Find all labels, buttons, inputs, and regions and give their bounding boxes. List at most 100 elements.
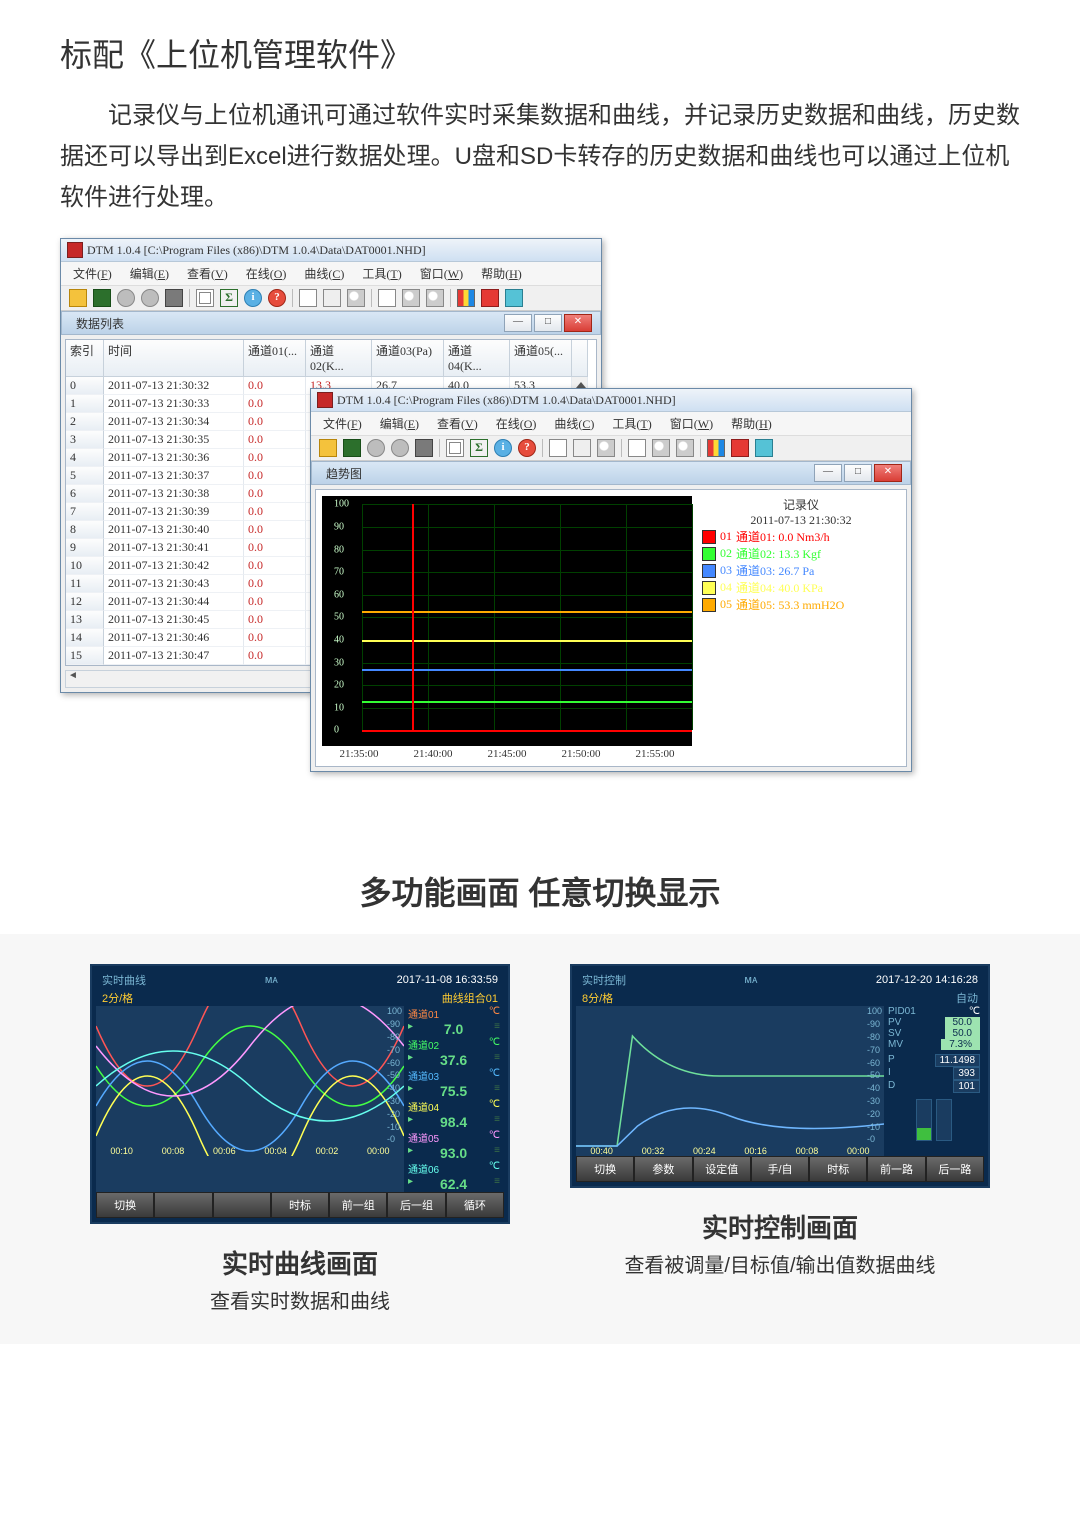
print-icon[interactable] — [573, 439, 591, 457]
info-icon[interactable]: i — [494, 439, 512, 457]
device-button[interactable]: 时标 — [809, 1156, 867, 1182]
stop-icon[interactable] — [165, 289, 183, 307]
device-button[interactable]: 前一组 — [329, 1192, 387, 1218]
minimize-button[interactable]: — — [814, 464, 842, 482]
zoom-in-icon[interactable] — [652, 439, 670, 457]
menu-item[interactable]: 曲线(C) — [304, 265, 344, 282]
menu-item[interactable]: 编辑(E) — [130, 265, 169, 282]
auto-label: 自动 — [956, 990, 978, 1006]
device-button[interactable]: 设定值 — [693, 1156, 751, 1182]
menu-item[interactable]: 在线(O) — [246, 265, 287, 282]
menu-item[interactable]: 在线(O) — [496, 415, 537, 432]
stop-icon[interactable] — [415, 439, 433, 457]
mdi-titlebar[interactable]: 数据列表 — □ ✕ — [61, 311, 601, 335]
column-header[interactable]: 通道01(... — [244, 340, 306, 377]
channel-label: 通道06℃ — [404, 1161, 504, 1176]
menu-item[interactable]: 工具(T) — [612, 415, 651, 432]
device-button[interactable]: 循环 — [446, 1192, 504, 1218]
menu-item[interactable]: 文件(F) — [73, 265, 112, 282]
device-button[interactable]: 前一路 — [867, 1156, 925, 1182]
export-icon[interactable] — [299, 289, 317, 307]
preview-icon[interactable] — [347, 289, 365, 307]
record2-icon[interactable] — [391, 439, 409, 457]
grid-icon[interactable] — [446, 439, 464, 457]
titlebar[interactable]: DTM 1.0.4 [C:\Program Files (x86)\DTM 1.… — [61, 239, 601, 262]
device-button[interactable] — [154, 1192, 212, 1218]
device-title: 实时曲线 — [102, 972, 146, 988]
menu-item[interactable]: 帮助(H) — [731, 415, 772, 432]
sigma-icon[interactable]: Σ — [220, 289, 238, 307]
record-icon[interactable] — [367, 439, 385, 457]
device-graph[interactable]: 00:1000:0800:0600:0400:0200:00 100-90-80… — [96, 1006, 404, 1156]
column-header[interactable]: 通道02(K... — [306, 340, 372, 377]
copy-icon[interactable] — [378, 289, 396, 307]
menu-item[interactable]: 窗口(W) — [420, 265, 463, 282]
trend-plot[interactable]: 1009080706050403020100 — [322, 496, 692, 746]
device-button[interactable]: 后一路 — [926, 1156, 984, 1182]
axis-tick: 00:06 — [213, 1146, 236, 1156]
titlebar[interactable]: DTM 1.0.4 [C:\Program Files (x86)\DTM 1.… — [311, 389, 911, 412]
device-button[interactable]: 参数 — [634, 1156, 692, 1182]
tile-h-icon[interactable] — [731, 439, 749, 457]
device-button[interactable] — [213, 1192, 271, 1218]
menu-item[interactable]: 查看(V) — [437, 415, 478, 432]
maximize-button[interactable]: □ — [534, 314, 562, 332]
menu-item[interactable]: 工具(T) — [362, 265, 401, 282]
column-header[interactable]: 通道05(... — [510, 340, 572, 377]
help-icon[interactable]: ? — [518, 439, 536, 457]
menu-item[interactable]: 窗口(W) — [670, 415, 713, 432]
zoom-out-icon[interactable] — [676, 439, 694, 457]
mdi-titlebar[interactable]: 趋势图 — □ ✕ — [311, 461, 911, 485]
print-icon[interactable] — [323, 289, 341, 307]
preview-icon[interactable] — [597, 439, 615, 457]
device-button[interactable]: 后一组 — [387, 1192, 445, 1218]
record-icon[interactable] — [117, 289, 135, 307]
menu-item[interactable]: 查看(V) — [187, 265, 228, 282]
device-graph[interactable]: 00:4000:3200:2400:1600:0800:00 100-90-80… — [576, 1006, 884, 1156]
export-icon[interactable] — [549, 439, 567, 457]
open-icon[interactable] — [69, 289, 87, 307]
maximize-button[interactable]: □ — [844, 464, 872, 482]
menu-item[interactable]: 编辑(E) — [380, 415, 419, 432]
sigma-icon[interactable]: Σ — [470, 439, 488, 457]
scale-label: 2分/格 — [102, 990, 133, 1006]
zoom-in-icon[interactable] — [402, 289, 420, 307]
zoom-out-icon[interactable] — [426, 289, 444, 307]
palette-icon[interactable] — [457, 289, 475, 307]
close-button[interactable]: ✕ — [564, 314, 592, 332]
palette-icon[interactable] — [707, 439, 725, 457]
minimize-button[interactable]: — — [504, 314, 532, 332]
open-icon[interactable] — [319, 439, 337, 457]
grid-icon[interactable] — [196, 289, 214, 307]
device-button[interactable]: 手/自 — [751, 1156, 809, 1182]
info-icon[interactable]: i — [244, 289, 262, 307]
tile-v-icon[interactable] — [505, 289, 523, 307]
column-header[interactable]: 通道04(K... — [444, 340, 510, 377]
save-icon[interactable] — [93, 289, 111, 307]
copy-icon[interactable] — [628, 439, 646, 457]
legend-row: 04通道04: 40.0 KPa — [702, 579, 900, 596]
y-tick: 10 — [334, 702, 344, 713]
axis-tick: -40 — [387, 1083, 402, 1093]
bar-indicator — [936, 1099, 952, 1141]
pid-param: P11.1498 — [884, 1054, 984, 1067]
record2-icon[interactable] — [141, 289, 159, 307]
app-icon — [67, 242, 83, 258]
save-icon[interactable] — [343, 439, 361, 457]
device-button[interactable]: 时标 — [271, 1192, 329, 1218]
menu-item[interactable]: 帮助(H) — [481, 265, 522, 282]
tile-h-icon[interactable] — [481, 289, 499, 307]
device-button[interactable]: 切换 — [576, 1156, 634, 1182]
tile-v-icon[interactable] — [755, 439, 773, 457]
help-icon[interactable]: ? — [268, 289, 286, 307]
column-header[interactable]: 索引 — [66, 340, 104, 377]
column-header[interactable]: 时间 — [104, 340, 244, 377]
menu-item[interactable]: 曲线(C) — [554, 415, 594, 432]
device-button[interactable]: 切换 — [96, 1192, 154, 1218]
pid-title: PID01 — [888, 1006, 916, 1017]
close-button[interactable]: ✕ — [874, 464, 902, 482]
column-header[interactable]: 通道03(Pa) — [372, 340, 444, 377]
channel-label: 通道01℃ — [404, 1006, 504, 1021]
logo-icon: ᴍᴀ — [744, 974, 757, 986]
menu-item[interactable]: 文件(F) — [323, 415, 362, 432]
